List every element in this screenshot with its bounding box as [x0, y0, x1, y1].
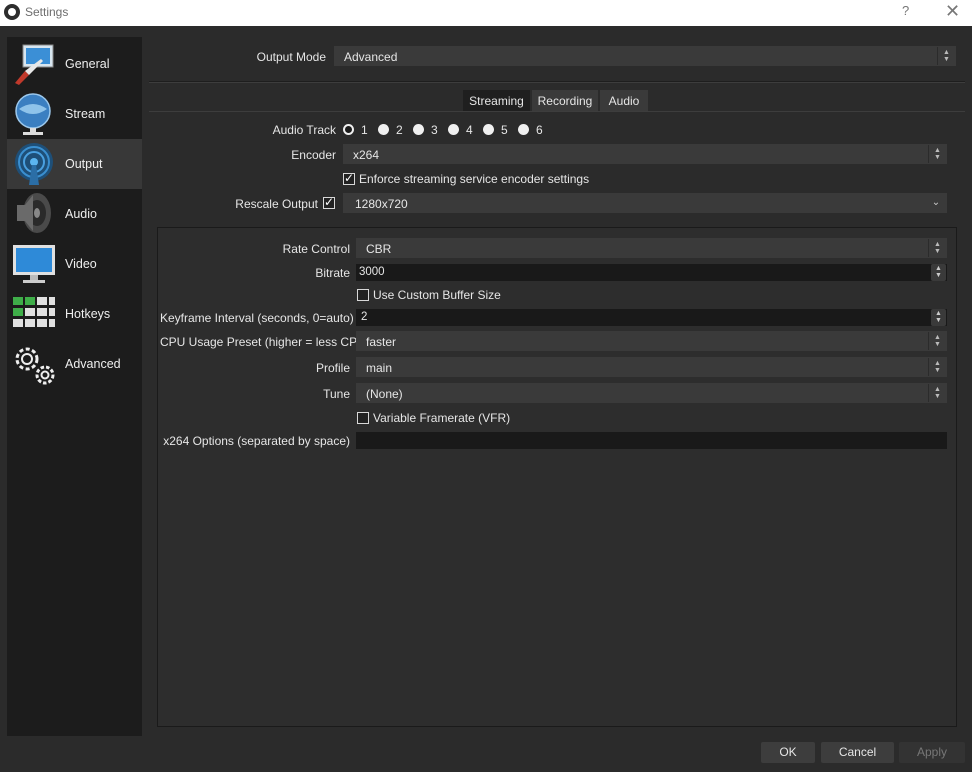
output-mode-value: Advanced: [344, 50, 398, 64]
profile-label: Profile: [315, 361, 350, 375]
sidebar-item-general[interactable]: General: [7, 39, 142, 89]
audio-track-radio-2[interactable]: [378, 124, 389, 135]
sidebar-item-label: Audio: [65, 207, 97, 221]
tab-streaming[interactable]: Streaming: [463, 90, 530, 112]
sidebar-item-video[interactable]: Video: [7, 239, 142, 289]
encoder-label: Encoder: [291, 148, 336, 162]
stream-icon: [15, 93, 51, 135]
tune-select[interactable]: (None) ▲ ▼: [356, 383, 947, 403]
custom-buffer-checkbox[interactable]: [357, 289, 369, 301]
bitrate-value: 3000: [359, 266, 385, 278]
audio-track-label: Audio Track: [272, 123, 336, 137]
output-mode-label: Output Mode: [256, 50, 326, 64]
audio-track-radio-5[interactable]: [483, 124, 494, 135]
spinner-arrows-icon[interactable]: ▲ ▼: [931, 264, 946, 281]
bitrate-label: Bitrate: [315, 266, 350, 280]
rescale-output-checkbox[interactable]: [323, 195, 335, 209]
tab-divider: [149, 111, 965, 112]
window-title: Settings: [25, 5, 69, 19]
enforce-encoder-label: Enforce streaming service encoder settin…: [359, 172, 590, 186]
general-icon: [15, 44, 54, 85]
audio-track-radio-label: 4: [466, 123, 473, 137]
keyframe-interval-input[interactable]: 2 ▲ ▼: [356, 309, 947, 326]
x264-options-label: x264 Options (separated by space): [163, 434, 350, 448]
obs-logo-icon: [4, 4, 20, 20]
sidebar-item-audio[interactable]: Audio: [7, 189, 142, 239]
header-divider: [149, 81, 965, 83]
cpu-preset-select[interactable]: faster ▲ ▼: [356, 331, 947, 351]
audio-track-radio-label: 2: [396, 123, 403, 137]
chevron-down-icon: ⌄: [931, 197, 941, 208]
video-icon: [13, 245, 55, 283]
rescale-resolution-value: 1280x720: [355, 197, 408, 211]
rate-control-value: CBR: [366, 242, 392, 256]
encoder-settings-group: [157, 227, 957, 727]
profile-select[interactable]: main ▲ ▼: [356, 357, 947, 377]
rate-control-select[interactable]: CBR ▲ ▼: [356, 238, 947, 258]
rate-control-label: Rate Control: [282, 242, 350, 256]
audio-track-radio-label: 3: [431, 123, 438, 137]
x264-options-input[interactable]: [356, 432, 947, 449]
title-bar: Settings ? ✕: [0, 0, 972, 26]
tune-value: (None): [366, 387, 403, 401]
cancel-button[interactable]: Cancel: [821, 742, 894, 763]
tab-audio[interactable]: Audio: [600, 90, 648, 112]
encoder-value: x264: [353, 148, 380, 162]
vfr-checkbox[interactable]: [357, 412, 369, 424]
output-icon: [15, 143, 53, 185]
vfr-label: Variable Framerate (VFR): [373, 411, 511, 425]
ok-button[interactable]: OK: [761, 742, 815, 763]
audio-icon: [17, 193, 51, 233]
audio-track-radio-label: 6: [536, 123, 543, 137]
audio-track-radio-4[interactable]: [448, 124, 459, 135]
help-button[interactable]: ?: [902, 3, 909, 18]
keyframe-interval-value: 2: [361, 311, 368, 323]
close-button[interactable]: ✕: [945, 1, 960, 22]
keyframe-interval-label: Keyframe Interval (seconds, 0=auto): [160, 311, 354, 325]
rescale-resolution-select[interactable]: 1280x720 ⌄: [343, 193, 947, 213]
sidebar-item-label: Hotkeys: [65, 307, 111, 321]
audio-track-radio-3[interactable]: [413, 124, 424, 135]
spinner-arrows-icon[interactable]: ▲ ▼: [931, 309, 946, 326]
sidebar-item-label: Video: [65, 257, 97, 271]
cpu-preset-value: faster: [366, 335, 397, 349]
sidebar-item-label: Stream: [65, 107, 106, 121]
spinner-arrows-icon: ▲ ▼: [928, 145, 946, 163]
sidebar-item-advanced[interactable]: Advanced: [7, 339, 142, 389]
audio-track-radio-1[interactable]: [343, 124, 354, 135]
hotkeys-icon: [13, 297, 55, 327]
spinner-arrows-icon: ▲ ▼: [928, 384, 946, 402]
profile-value: main: [366, 361, 393, 375]
sidebar-item-hotkeys[interactable]: Hotkeys: [7, 289, 142, 339]
enforce-encoder-checkbox[interactable]: [343, 171, 355, 185]
spinner-arrows-icon: ▲ ▼: [928, 358, 946, 376]
advanced-icon: [15, 347, 55, 385]
sidebar-item-stream[interactable]: Stream: [7, 89, 142, 139]
rescale-output-label: Rescale Output: [235, 197, 318, 211]
spinner-arrows-icon: ▲ ▼: [937, 47, 955, 65]
spinner-arrows-icon: ▲ ▼: [928, 332, 946, 350]
spinner-arrows-icon: ▲ ▼: [928, 239, 946, 257]
bitrate-input[interactable]: 3000 ▲ ▼: [356, 264, 947, 281]
cpu-preset-label: CPU Usage Preset (higher = less CPU): [160, 335, 370, 349]
audio-track-radio-label: 1: [361, 123, 368, 137]
custom-buffer-label: Use Custom Buffer Size: [373, 288, 501, 302]
output-mode-select[interactable]: Advanced ▲ ▼: [334, 46, 956, 66]
audio-track-radio-label: 5: [501, 123, 508, 137]
audio-track-radio-6[interactable]: [518, 124, 529, 135]
settings-sidebar: General Stream Output Audio Video Hotkey…: [7, 37, 142, 736]
apply-button[interactable]: Apply: [899, 742, 965, 763]
tab-recording[interactable]: Recording: [532, 90, 598, 112]
sidebar-item-output[interactable]: Output: [7, 139, 142, 189]
sidebar-item-label: General: [65, 57, 110, 71]
sidebar-item-label: Output: [65, 157, 103, 171]
sidebar-item-label: Advanced: [65, 357, 121, 371]
encoder-select[interactable]: x264 ▲ ▼: [343, 144, 947, 164]
tune-label: Tune: [323, 387, 350, 401]
